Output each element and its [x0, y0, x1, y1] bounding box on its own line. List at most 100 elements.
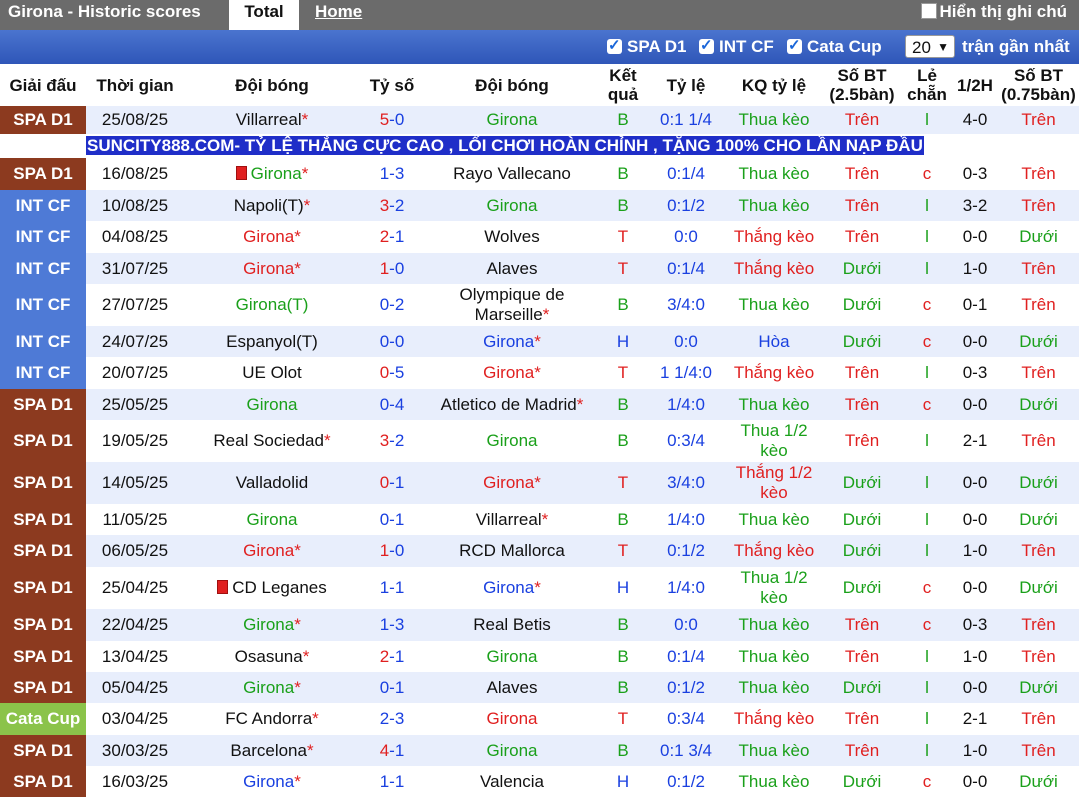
home-team-cell[interactable]: Barcelona* — [184, 735, 360, 766]
tab-home[interactable]: Home — [315, 2, 362, 22]
home-team-cell[interactable]: Villarreal* — [184, 106, 360, 134]
home-team-cell[interactable]: Girona* — [184, 672, 360, 703]
league-badge[interactable]: SPA D1 — [0, 535, 86, 567]
home-team-cell[interactable]: Girona — [184, 389, 360, 420]
score-cell[interactable]: 0-5 — [360, 357, 424, 389]
home-team-name[interactable]: Valladolid — [236, 473, 308, 492]
int-checkbox[interactable] — [699, 36, 714, 54]
score-cell[interactable]: 1-3 — [360, 609, 424, 641]
home-team-cell[interactable]: Osasuna* — [184, 641, 360, 672]
header-away[interactable]: Đội bóng — [424, 64, 600, 106]
filter-spa[interactable]: SPA D1 — [607, 36, 687, 57]
header-half[interactable]: 1/2H — [952, 64, 998, 106]
home-team-name[interactable]: Girona — [246, 510, 297, 529]
league-badge[interactable]: SPA D1 — [0, 106, 86, 134]
league-badge[interactable]: SPA D1 — [0, 735, 86, 766]
away-team-cell[interactable]: Girona* — [424, 567, 600, 609]
away-team-cell[interactable]: Girona — [424, 106, 600, 134]
league-badge[interactable]: SPA D1 — [0, 609, 86, 641]
ad-banner-link[interactable]: SUNCITY888.COM- TỶ LỆ THẮNG CỰC CAO , LỐ… — [86, 136, 924, 155]
score-cell[interactable]: 1-0 — [360, 535, 424, 567]
home-team-cell[interactable]: FC Andorra* — [184, 703, 360, 735]
home-team-name[interactable]: Barcelona — [230, 741, 307, 760]
league-badge[interactable]: SPA D1 — [0, 462, 86, 504]
score-cell[interactable]: 0-2 — [360, 284, 424, 326]
away-team-name[interactable]: Girona — [486, 741, 537, 760]
away-team-cell[interactable]: Alaves — [424, 253, 600, 284]
score-cell[interactable]: 0-0 — [360, 326, 424, 357]
league-badge[interactable]: INT CF — [0, 326, 86, 357]
home-team-name[interactable]: Girona — [246, 395, 297, 414]
home-team-cell[interactable]: Girona* — [184, 158, 360, 190]
home-team-name[interactable]: Espanyol(T) — [226, 332, 318, 351]
show-notes-toggle[interactable]: Hiển thị ghi chú — [920, 2, 1067, 22]
league-badge[interactable]: INT CF — [0, 357, 86, 389]
spa-checkbox[interactable] — [607, 36, 622, 54]
header-score[interactable]: Tỷ số — [360, 64, 424, 106]
league-badge[interactable]: SPA D1 — [0, 672, 86, 703]
home-team-cell[interactable]: Girona* — [184, 609, 360, 641]
away-team-name[interactable]: Girona — [486, 647, 537, 666]
cup-checkbox[interactable] — [787, 36, 802, 54]
away-team-cell[interactable]: Girona* — [424, 326, 600, 357]
home-team-name[interactable]: Girona — [243, 541, 294, 560]
away-team-name[interactable]: Girona — [486, 431, 537, 450]
home-team-name[interactable]: Real Sociedad — [213, 431, 324, 450]
league-badge[interactable]: SPA D1 — [0, 389, 86, 420]
ad-banner-cell[interactable]: SUNCITY888.COM- TỶ LỆ THẮNG CỰC CAO , LỐ… — [86, 134, 1079, 158]
league-badge[interactable]: INT CF — [0, 253, 86, 284]
score-cell[interactable]: 1-3 — [360, 158, 424, 190]
away-team-cell[interactable]: Girona — [424, 190, 600, 221]
away-team-cell[interactable]: Olympique de Marseille* — [424, 284, 600, 326]
home-team-name[interactable]: Girona — [243, 227, 294, 246]
home-team-cell[interactable]: Girona(T) — [184, 284, 360, 326]
league-badge[interactable]: INT CF — [0, 190, 86, 221]
header-date[interactable]: Thời gian — [86, 64, 184, 106]
league-badge[interactable]: SPA D1 — [0, 158, 86, 190]
home-team-cell[interactable]: Espanyol(T) — [184, 326, 360, 357]
away-team-cell[interactable]: Valencia — [424, 766, 600, 797]
home-team-cell[interactable]: Girona* — [184, 253, 360, 284]
home-team-name[interactable]: Villarreal — [236, 110, 302, 129]
filter-int[interactable]: INT CF — [699, 36, 774, 57]
league-badge[interactable]: Cata Cup — [0, 703, 86, 735]
away-team-name[interactable]: Girona — [483, 363, 534, 382]
header-odd-even[interactable]: Lẻ chẵn — [902, 64, 952, 106]
show-notes-checkbox[interactable] — [920, 3, 937, 19]
league-badge[interactable]: INT CF — [0, 284, 86, 326]
home-team-cell[interactable]: Girona — [184, 504, 360, 535]
away-team-cell[interactable]: Girona* — [424, 357, 600, 389]
away-team-name[interactable]: Valencia — [480, 772, 544, 791]
away-team-name[interactable]: Girona — [483, 578, 534, 597]
score-cell[interactable]: 0-1 — [360, 504, 424, 535]
away-team-cell[interactable]: Girona — [424, 735, 600, 766]
away-team-name[interactable]: RCD Mallorca — [459, 541, 565, 560]
score-cell[interactable]: 0-1 — [360, 462, 424, 504]
score-cell[interactable]: 2-1 — [360, 221, 424, 253]
home-team-cell[interactable]: CD Leganes — [184, 567, 360, 609]
away-team-name[interactable]: Girona — [483, 332, 534, 351]
away-team-cell[interactable]: Girona* — [424, 462, 600, 504]
score-cell[interactable]: 0-4 — [360, 389, 424, 420]
home-team-name[interactable]: Girona(T) — [236, 295, 309, 314]
home-team-name[interactable]: CD Leganes — [232, 578, 327, 597]
header-result[interactable]: Kết quả — [600, 64, 646, 106]
home-team-name[interactable]: Girona — [243, 259, 294, 278]
filter-cup[interactable]: Cata Cup — [787, 36, 882, 57]
header-odds-result[interactable]: KQ tỷ lệ — [726, 64, 822, 106]
league-badge[interactable]: SPA D1 — [0, 766, 86, 797]
score-cell[interactable]: 2-1 — [360, 641, 424, 672]
home-team-name[interactable]: UE Olot — [242, 363, 302, 382]
header-over-under[interactable]: Số BT (2.5bàn) — [822, 64, 902, 106]
league-badge[interactable]: INT CF — [0, 221, 86, 253]
home-team-cell[interactable]: Real Sociedad* — [184, 420, 360, 462]
home-team-name[interactable]: Girona — [243, 615, 294, 634]
away-team-cell[interactable]: Rayo Vallecano — [424, 158, 600, 190]
home-team-name[interactable]: Girona — [243, 772, 294, 791]
away-team-name[interactable]: Wolves — [484, 227, 539, 246]
away-team-cell[interactable]: Girona — [424, 641, 600, 672]
away-team-name[interactable]: Real Betis — [473, 615, 550, 634]
score-cell[interactable]: 3-2 — [360, 420, 424, 462]
away-team-cell[interactable]: Atletico de Madrid* — [424, 389, 600, 420]
score-cell[interactable]: 1-1 — [360, 766, 424, 797]
